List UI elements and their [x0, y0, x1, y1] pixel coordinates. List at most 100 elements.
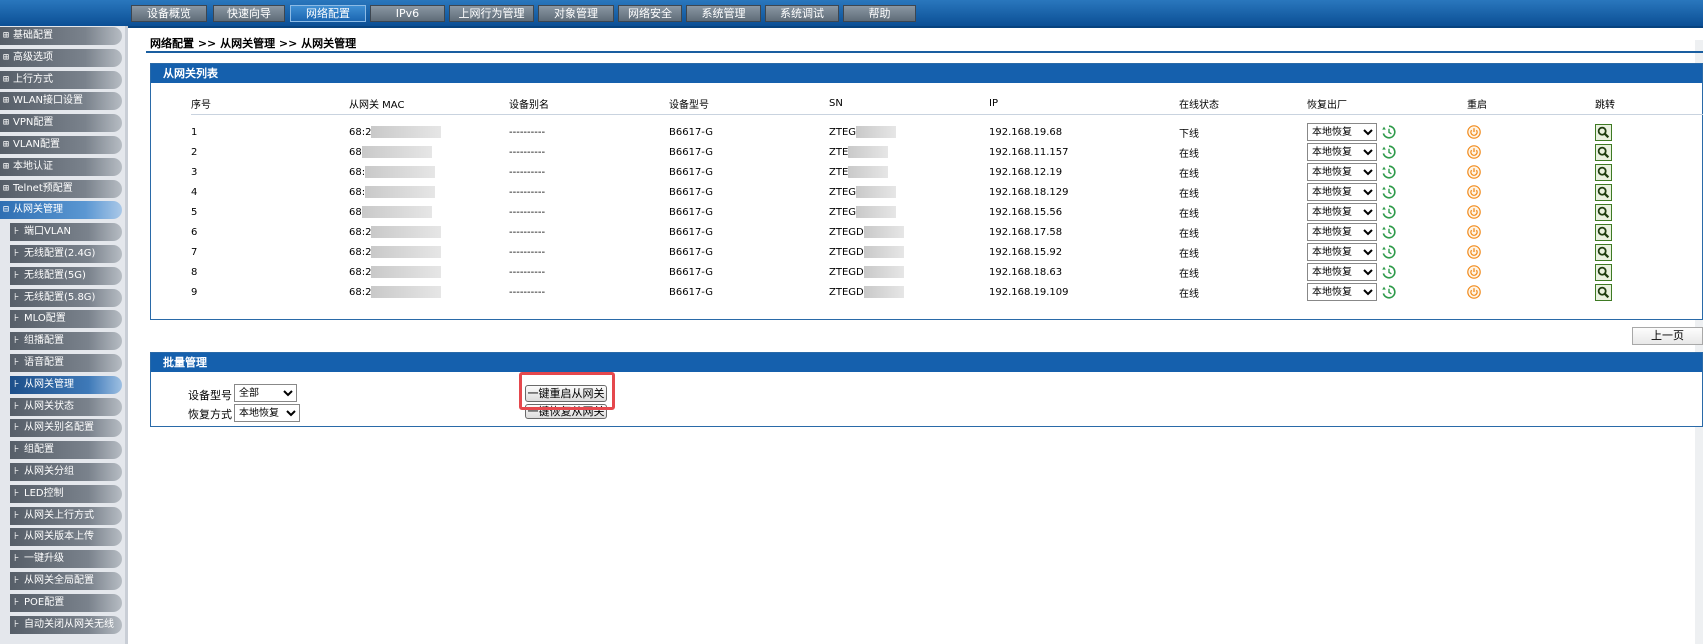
sidebar-subitem[interactable]: ⊦ 端口VLAN	[10, 223, 122, 241]
nav-tab[interactable]: 网络安全	[618, 5, 682, 22]
search-magnifier-icon[interactable]	[1595, 143, 1612, 161]
sidebar-subitem[interactable]: ⊦ 自动关闭从网关无线	[10, 616, 122, 634]
sidebar-subitem[interactable]: ⊦ 无线配置(2.4G)	[10, 245, 122, 263]
nav-tab[interactable]: 快速向导	[213, 5, 285, 22]
redacted-mac	[361, 206, 432, 218]
sidebar-item[interactable]: ⊞ 基础配置	[0, 27, 122, 45]
sn-prefix: ZTEG	[829, 127, 857, 138]
restore-mode-select[interactable]: 本地恢复	[1307, 163, 1377, 181]
search-magnifier-icon[interactable]	[1595, 203, 1612, 221]
gateway-ip: 192.168.12.19	[989, 166, 1063, 178]
factory-restore-cell: 本地恢复	[1307, 262, 1467, 282]
power-icon[interactable]	[1467, 265, 1481, 279]
nav-tab[interactable]: 设备概览	[131, 5, 207, 22]
device-model: B6617-G	[669, 266, 714, 278]
sidebar-item[interactable]: ⊞ Telnet预配置	[0, 180, 122, 198]
serial-number: ZTEGD	[829, 222, 989, 242]
restore-method-select[interactable]: 本地恢复	[234, 404, 300, 422]
sidebar-subitem[interactable]: ⊦ POE配置	[10, 594, 122, 612]
restore-history-icon[interactable]	[1381, 264, 1397, 280]
sidebar-item[interactable]: ⊞ VLAN配置	[0, 136, 122, 154]
restore-mode-select[interactable]: 本地恢复	[1307, 283, 1377, 301]
restore-mode-select[interactable]: 本地恢复	[1307, 183, 1377, 201]
nav-tab[interactable]: 帮助	[843, 5, 916, 22]
power-icon[interactable]	[1467, 125, 1481, 139]
nav-tab[interactable]: 网络配置	[290, 5, 366, 22]
sidebar-subitem[interactable]: ⊦ 从网关全局配置	[10, 572, 122, 590]
power-icon[interactable]	[1467, 145, 1481, 159]
restore-mode-select[interactable]: 本地恢复	[1307, 243, 1377, 261]
power-icon[interactable]	[1467, 165, 1481, 179]
restore-history-icon[interactable]	[1381, 184, 1397, 200]
sidebar-subitem[interactable]: ⊦ 无线配置(5.8G)	[10, 289, 122, 307]
restore-mode-select[interactable]: 本地恢复	[1307, 223, 1377, 241]
search-magnifier-icon[interactable]	[1595, 283, 1612, 301]
power-icon[interactable]	[1467, 205, 1481, 219]
sidebar-subitem[interactable]: ⊦ 组配置	[10, 441, 122, 459]
nav-tab[interactable]: IPv6	[370, 5, 445, 22]
device-model: B6617-G	[669, 166, 714, 178]
search-magnifier-icon[interactable]	[1595, 183, 1612, 201]
nav-tab[interactable]: 对象管理	[538, 5, 614, 22]
sidebar: ⊞ 基础配置 ⊞ 高级选项 ⊞ 上行方式 ⊞ WLAN接口设置 ⊞ VPN配置 ⊞ VLAN配置 ⊞ 本地…	[0, 26, 128, 644]
search-magnifier-icon[interactable]	[1595, 263, 1612, 281]
row-number: 6	[191, 226, 198, 238]
power-icon[interactable]	[1467, 225, 1481, 239]
redacted-mac	[371, 126, 442, 138]
power-icon[interactable]	[1467, 245, 1481, 259]
sidebar-item-label: 高级选项	[13, 52, 53, 63]
nav-tab[interactable]: 上网行为管理	[449, 5, 534, 22]
nav-tab[interactable]: 系统调试	[765, 5, 839, 22]
device-model: B6617-G	[669, 246, 714, 258]
search-magnifier-icon[interactable]	[1595, 163, 1612, 181]
sidebar-subitem[interactable]: ⊦ 从网关管理	[10, 376, 122, 394]
sn-prefix: ZTEGD	[829, 287, 864, 298]
sidebar-subitem[interactable]: ⊦ MLO配置	[10, 310, 122, 328]
sidebar-subitem[interactable]: ⊦ 组播配置	[10, 332, 122, 350]
tree-branch-icon: ⊦	[14, 444, 20, 455]
gateway-mac: 68:2	[349, 242, 509, 262]
sidebar-subitem[interactable]: ⊦ 语音配置	[10, 354, 122, 372]
restore-mode-select[interactable]: 本地恢复	[1307, 143, 1377, 161]
search-magnifier-icon[interactable]	[1595, 223, 1612, 241]
sidebar-item[interactable]: ⊞ 上行方式	[0, 71, 122, 89]
sidebar-subitem[interactable]: ⊦ 从网关别名配置	[10, 419, 122, 437]
jump-cell	[1595, 182, 1695, 202]
sidebar-item[interactable]: ⊞ 本地认证	[0, 158, 122, 176]
power-icon[interactable]	[1467, 285, 1481, 299]
sidebar-item[interactable]: ⊟ 从网关管理	[0, 201, 122, 219]
sidebar-item[interactable]: ⊞ WLAN接口设置	[0, 92, 122, 110]
sidebar-item[interactable]: ⊞ VPN配置	[0, 114, 122, 132]
restore-mode-select[interactable]: 本地恢复	[1307, 123, 1377, 141]
prev-page-button[interactable]: 上一页	[1632, 327, 1703, 345]
search-magnifier-icon[interactable]	[1595, 123, 1612, 141]
sidebar-subitem-label: 从网关别名配置	[24, 422, 94, 433]
expand-toggle-icon: ⊞	[3, 117, 10, 128]
sidebar-subitem[interactable]: ⊦ 从网关状态	[10, 398, 122, 416]
restore-history-icon[interactable]	[1381, 164, 1397, 180]
sidebar-subitem[interactable]: ⊦ 从网关上行方式	[10, 507, 122, 525]
sidebar-subitem[interactable]: ⊦ 无线配置(5G)	[10, 267, 122, 285]
device-model-select[interactable]: 全部	[234, 384, 297, 402]
sidebar-subitem[interactable]: ⊦ 一键升级	[10, 550, 122, 568]
sidebar-subitem[interactable]: ⊦ 从网关分组	[10, 463, 122, 481]
redacted-sn	[848, 166, 889, 178]
restore-history-icon[interactable]	[1381, 204, 1397, 220]
restore-history-icon[interactable]	[1381, 244, 1397, 260]
search-magnifier-icon[interactable]	[1595, 243, 1612, 261]
restore-history-icon[interactable]	[1381, 124, 1397, 140]
sidebar-item[interactable]: ⊞ 高级选项	[0, 49, 122, 67]
restore-history-icon[interactable]	[1381, 144, 1397, 160]
power-icon[interactable]	[1467, 185, 1481, 199]
restore-history-icon[interactable]	[1381, 224, 1397, 240]
online-status: 在线	[1179, 268, 1199, 280]
sidebar-subitem[interactable]: ⊦ 从网关版本上传	[10, 528, 122, 546]
tree-branch-icon: ⊦	[14, 313, 20, 324]
sidebar-subitem[interactable]: ⊦ LED控制	[10, 485, 122, 503]
nav-tab[interactable]: 系统管理	[686, 5, 761, 22]
sidebar-subitem-label: 语音配置	[24, 357, 64, 368]
restore-mode-select[interactable]: 本地恢复	[1307, 263, 1377, 281]
jump-cell	[1595, 242, 1695, 262]
restore-mode-select[interactable]: 本地恢复	[1307, 203, 1377, 221]
restore-history-icon[interactable]	[1381, 284, 1397, 300]
